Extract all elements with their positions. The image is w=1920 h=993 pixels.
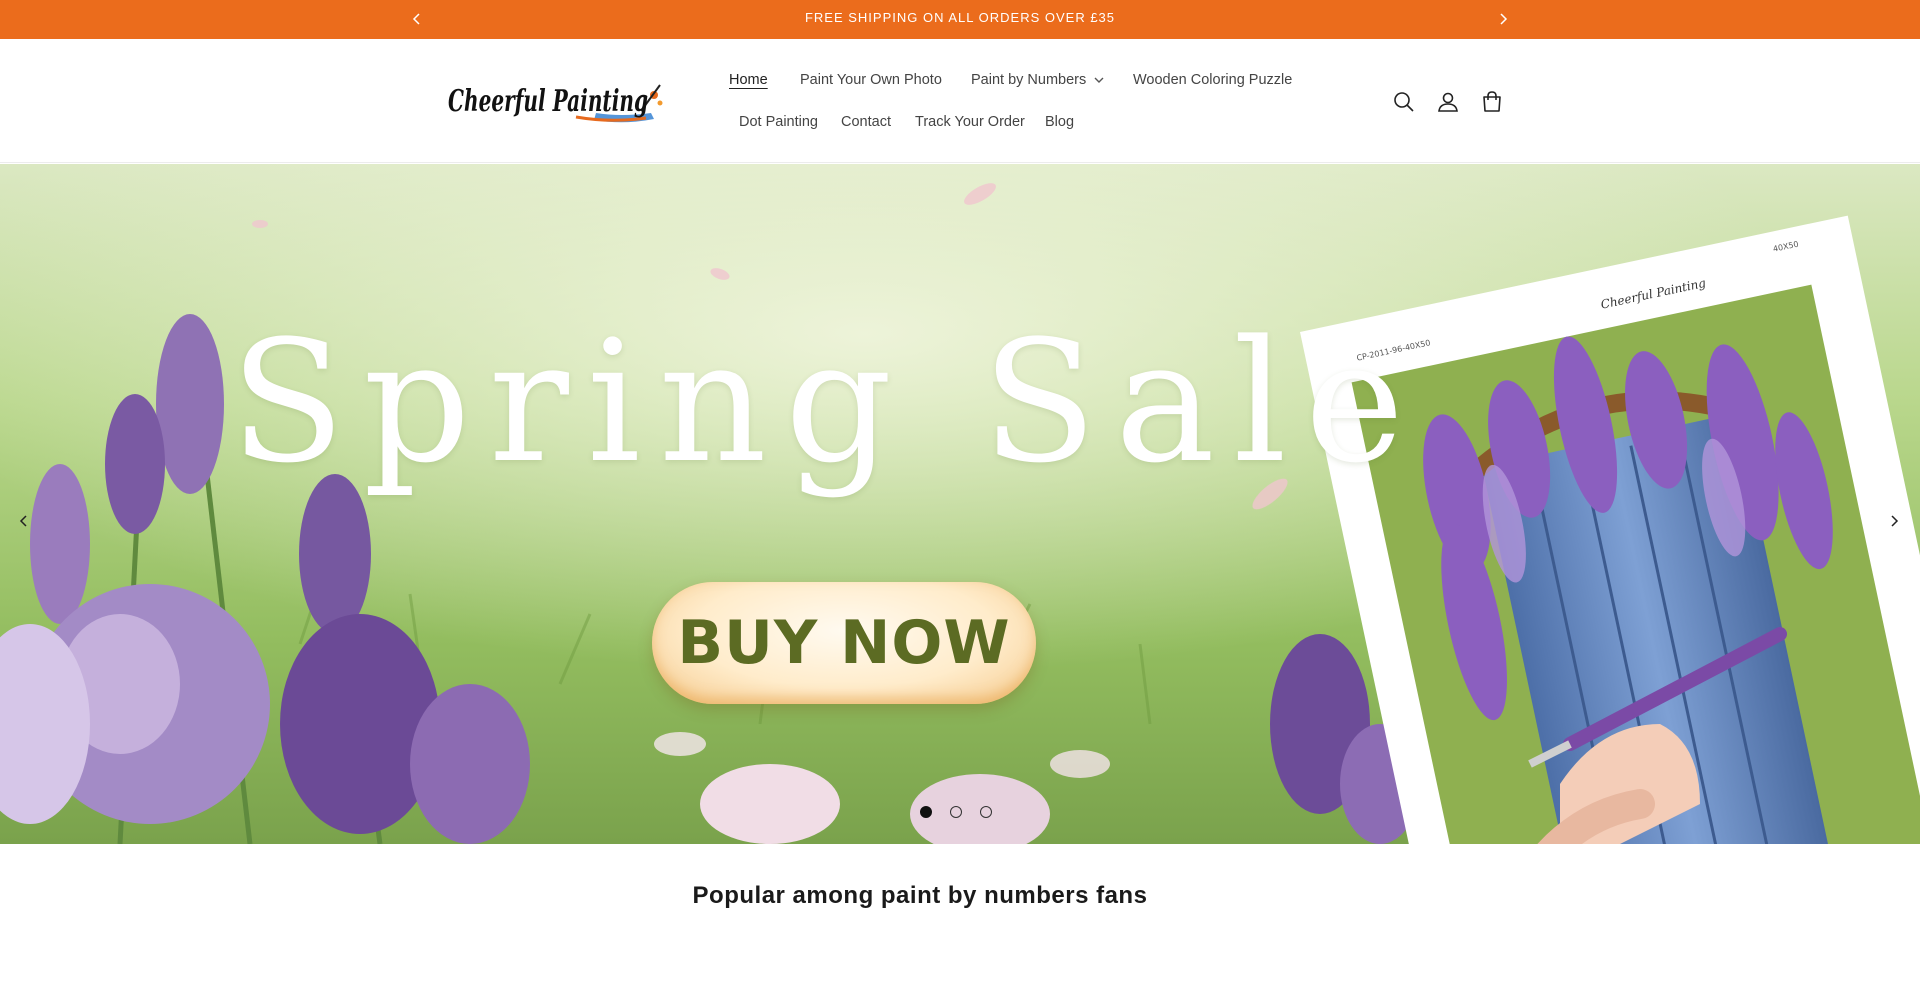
search-icon: [1394, 92, 1414, 112]
account-button[interactable]: [1433, 87, 1463, 117]
hero-title: Spring Sale: [230, 304, 1423, 500]
buy-now-label: BUY NOW: [677, 608, 1011, 678]
logo-text: Cheerful Painting: [448, 84, 648, 119]
chevron-down-icon: [1094, 77, 1104, 83]
slideshow-prev-button[interactable]: [12, 509, 36, 533]
section-heading: Popular among paint by numbers fans: [692, 882, 1148, 909]
slide-dot-2[interactable]: [950, 806, 962, 818]
announcement-bar: FREE SHIPPING ON ALL ORDERS OVER £35: [0, 0, 1920, 39]
nav-paint-your-own-photo[interactable]: Paint Your Own Photo: [800, 69, 942, 91]
slide-dot-3[interactable]: [980, 806, 992, 818]
nav-dot-painting[interactable]: Dot Painting: [739, 111, 818, 133]
nav-contact[interactable]: Contact: [841, 111, 891, 133]
buy-now-button[interactable]: BUY NOW: [652, 582, 1036, 704]
hero-banner: Cheerful Painting CP-2011-96-40X50 40X50…: [0, 164, 1920, 844]
slideshow-next-button[interactable]: [1882, 509, 1906, 533]
account-icon: [1438, 92, 1458, 112]
nav-home[interactable]: Home: [729, 69, 768, 91]
search-button[interactable]: [1389, 87, 1419, 117]
announcement-text: FREE SHIPPING ON ALL ORDERS OVER £35: [804, 10, 1116, 25]
nav-paint-by-numbers[interactable]: Paint by Numbers: [971, 69, 1104, 91]
slide-dot-1[interactable]: [920, 806, 932, 818]
logo[interactable]: Cheerful Painting: [446, 73, 666, 131]
hero-background-image: Cheerful Painting CP-2011-96-40X50 40X50: [0, 164, 1920, 844]
nav-wooden-coloring-puzzle[interactable]: Wooden Coloring Puzzle: [1133, 69, 1292, 91]
announcement-next-button[interactable]: [1492, 8, 1514, 30]
chevron-left-icon: [19, 515, 27, 527]
chevron-right-icon: [1891, 515, 1899, 527]
site-header: Cheerful Painting Home Paint Your Own Ph…: [0, 39, 1920, 163]
chevron-right-icon: [1500, 13, 1508, 25]
slideshow-dots: [920, 806, 992, 818]
cart-icon: [1483, 91, 1501, 112]
cart-button[interactable]: [1477, 87, 1507, 117]
nav-track-your-order[interactable]: Track Your Order: [915, 111, 1025, 133]
nav-paint-by-numbers-label: Paint by Numbers: [971, 72, 1087, 88]
nav-blog[interactable]: Blog: [1045, 111, 1074, 133]
